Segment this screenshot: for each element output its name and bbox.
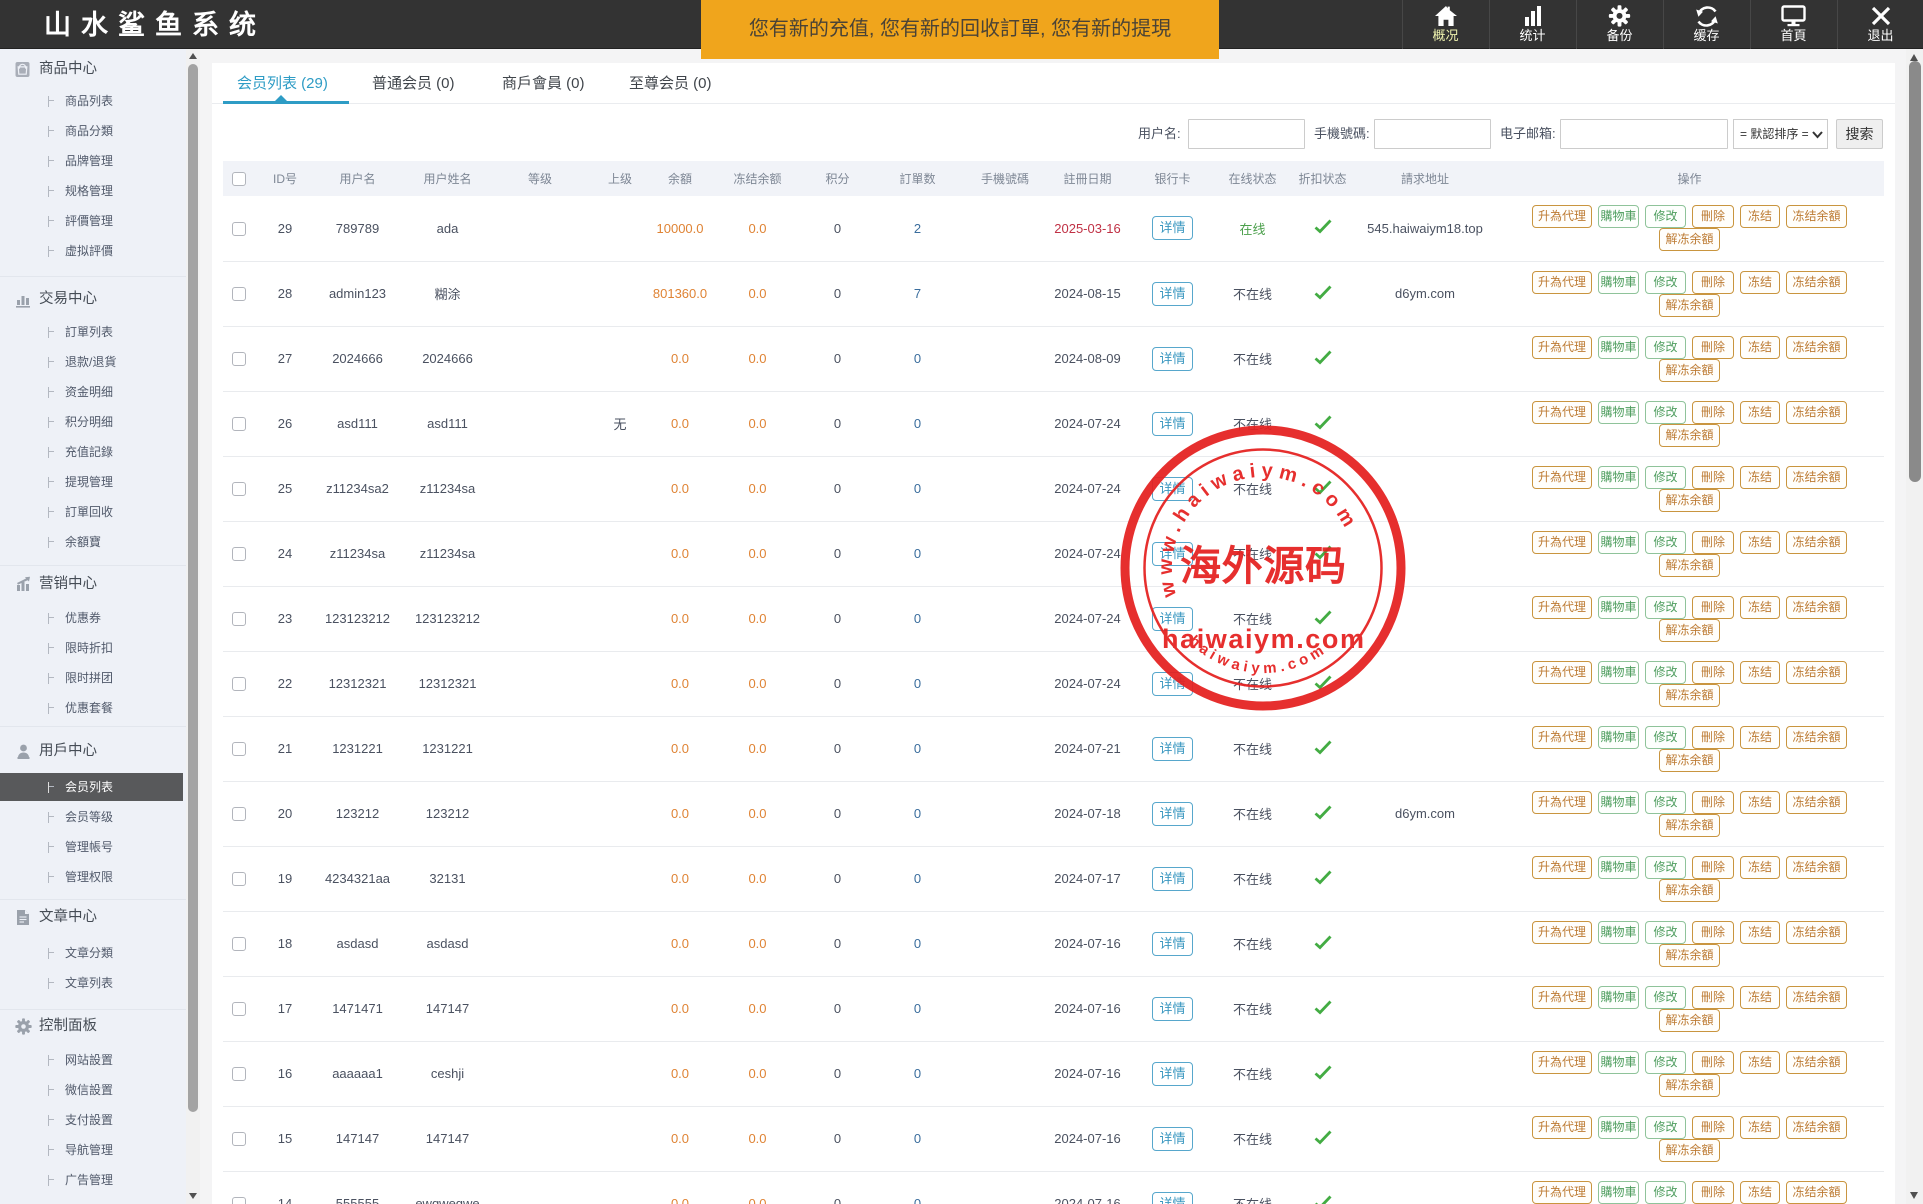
svg-text:海外源码: 海外源码 bbox=[1180, 543, 1346, 589]
